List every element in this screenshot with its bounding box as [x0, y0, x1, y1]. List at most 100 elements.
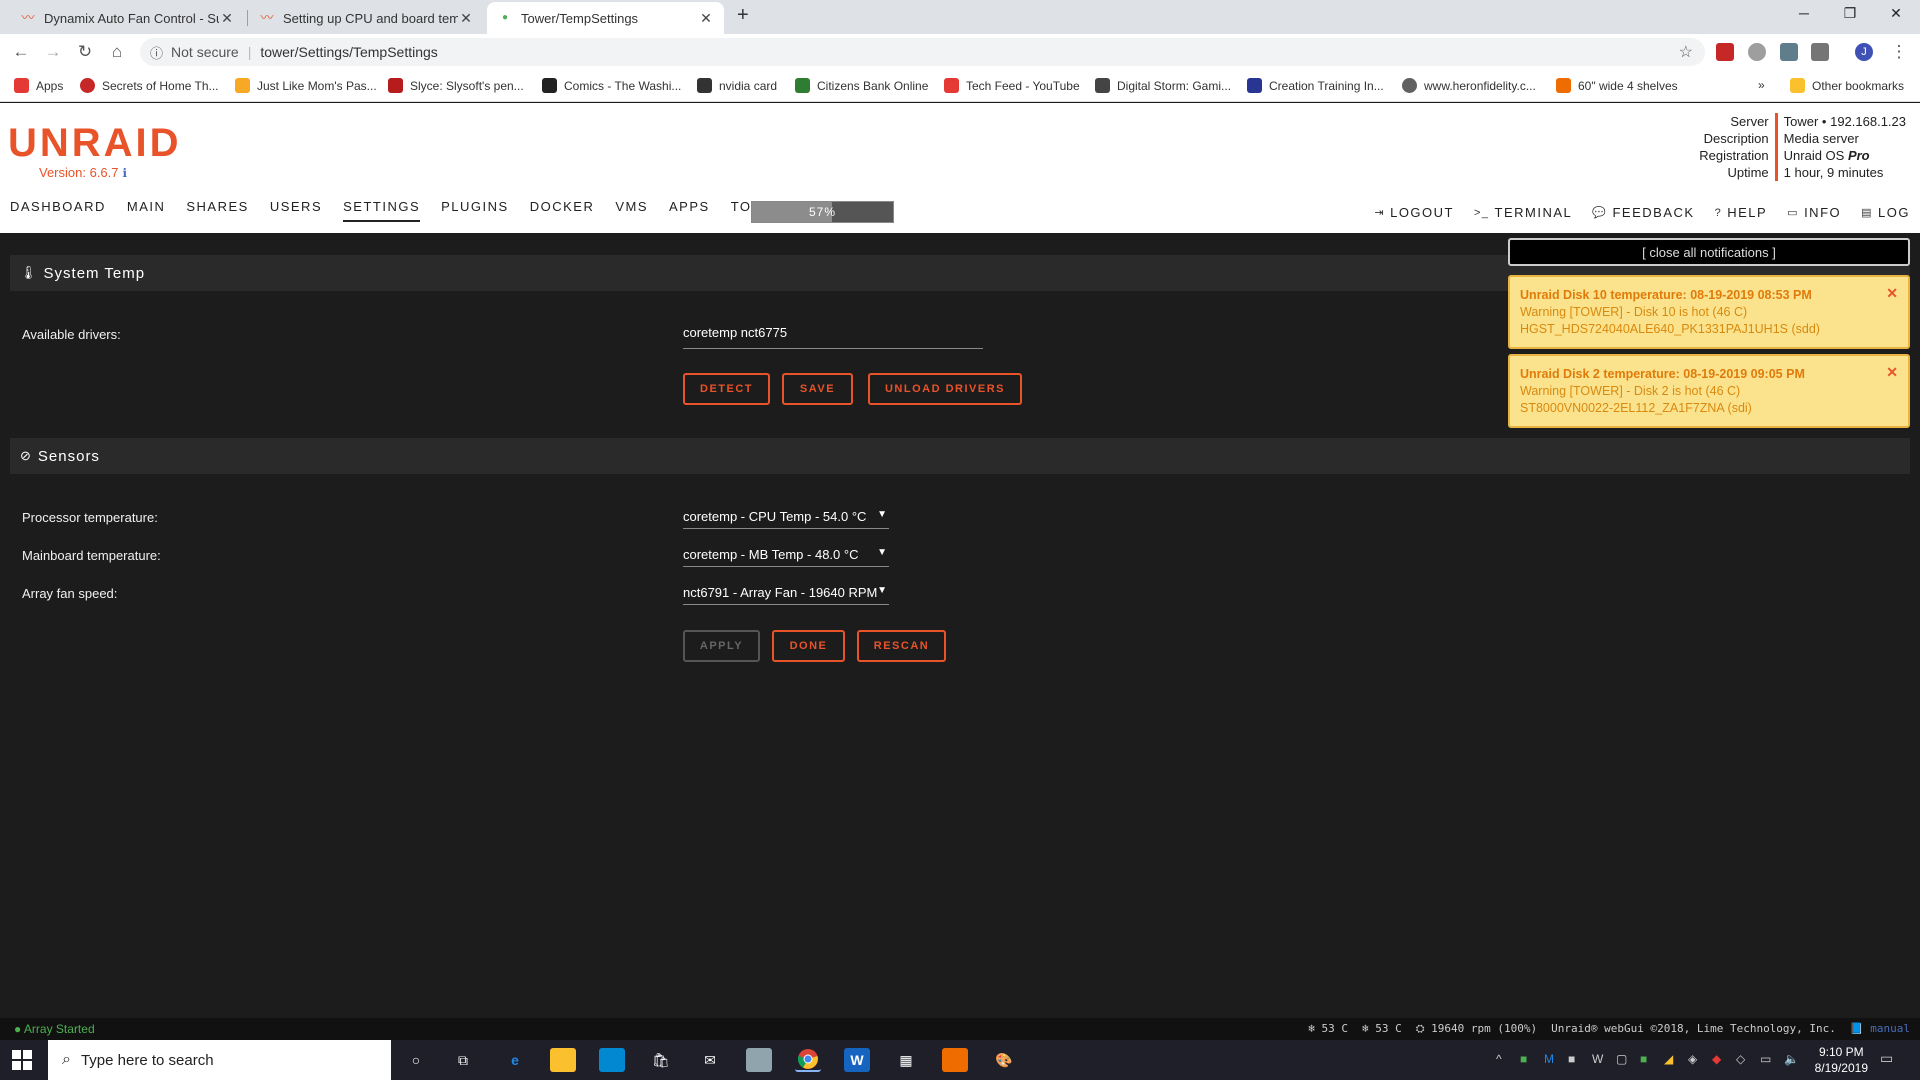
done-button[interactable]: DONE	[772, 630, 845, 662]
close-all-notifications-button[interactable]: [ close all notifications ]	[1508, 238, 1910, 266]
tray-app-icon[interactable]: ◈	[1688, 1052, 1697, 1066]
apply-button[interactable]: APPLY	[683, 630, 760, 662]
tray-app-icon[interactable]: ◢	[1664, 1052, 1673, 1066]
nav-shares[interactable]: SHARES	[186, 199, 248, 222]
array-fan-select[interactable]: nct6791 - Array Fan - 19640 RPM ▼	[683, 585, 889, 605]
cloud-extension-icon[interactable]	[1748, 43, 1766, 61]
reload-icon[interactable]: ↻	[74, 42, 96, 62]
restore-icon[interactable]: ❐	[1840, 5, 1860, 22]
edge-icon[interactable]: e	[502, 1048, 528, 1072]
nav-apps[interactable]: APPS	[669, 199, 710, 222]
bookmark-star-icon[interactable]: ☆	[1679, 42, 1693, 62]
minimize-icon[interactable]: ─	[1794, 5, 1814, 21]
app-icon[interactable]	[599, 1048, 625, 1072]
browser-tab[interactable]: 〰 Setting up CPU and board tempe ✕	[249, 2, 484, 34]
dropbox-icon[interactable]: ◇	[1736, 1052, 1745, 1066]
dropdown-arrow-icon: ▼	[877, 585, 887, 596]
paint-icon[interactable]: 🎨	[991, 1048, 1017, 1072]
profile-avatar[interactable]: J	[1855, 43, 1873, 61]
bookmark-item[interactable]: Tech Feed - YouTube	[944, 78, 1080, 93]
cortana-icon[interactable]: ○	[403, 1048, 429, 1072]
bookmark-item[interactable]: Just Like Mom's Pas...	[235, 78, 377, 93]
browser-menu-icon[interactable]: ⋮	[1888, 42, 1910, 62]
mail-icon[interactable]: ✉	[697, 1048, 723, 1072]
bookmark-item[interactable]: Citizens Bank Online	[795, 78, 928, 93]
action-center-icon[interactable]: ▭	[1880, 1050, 1893, 1067]
close-notification-icon[interactable]: ✕	[1886, 364, 1898, 381]
windows-start-icon[interactable]	[12, 1050, 32, 1070]
nav-settings[interactable]: SETTINGS	[343, 199, 421, 222]
bookmark-item[interactable]: Creation Training In...	[1247, 78, 1384, 93]
tray-app-icon[interactable]: ■	[1640, 1052, 1647, 1066]
unload-drivers-button[interactable]: UNLOAD DRIVERS	[868, 373, 1022, 405]
tray-chevron-icon[interactable]: ^	[1496, 1052, 1502, 1066]
extension-icon[interactable]	[1716, 43, 1734, 61]
bookmark-favicon-icon	[80, 78, 95, 93]
bookmark-item[interactable]: Secrets of Home Th...	[80, 78, 219, 93]
url-bar[interactable]: ⓘ Not secure | tower/Settings/TempSettin…	[140, 38, 1705, 66]
unraid-logo[interactable]: UNRAID	[8, 121, 182, 166]
forward-icon[interactable]: →	[42, 42, 64, 62]
tray-app-icon[interactable]: ▢	[1616, 1052, 1627, 1066]
browser-tab-active[interactable]: ● Tower/TempSettings ✕	[487, 2, 724, 34]
taskbar-search[interactable]: ⌕ Type here to search	[48, 1040, 391, 1080]
task-view-icon[interactable]: ⧉	[450, 1048, 476, 1072]
detect-button[interactable]: DETECT	[683, 373, 770, 405]
back-icon[interactable]: ←	[10, 42, 32, 62]
volume-icon[interactable]: 🔈	[1784, 1052, 1799, 1066]
app-icon[interactable]	[942, 1048, 968, 1072]
extension-icon[interactable]	[1780, 43, 1798, 61]
bookmark-item[interactable]: Comics - The Washi...	[542, 78, 681, 93]
logout-link[interactable]: ⇥ LOGOUT	[1374, 205, 1454, 220]
save-button[interactable]: SAVE	[782, 373, 853, 405]
new-tab-icon[interactable]: +	[737, 4, 749, 27]
bookmark-item[interactable]: 60" wide 4 shelves	[1556, 78, 1678, 93]
close-tab-icon[interactable]: ✕	[698, 10, 714, 27]
mainboard-temp-select[interactable]: coretemp - MB Temp - 48.0 °C ▼	[683, 547, 889, 567]
store-icon[interactable]: 🛍	[648, 1048, 674, 1072]
bookmark-apps[interactable]: Apps	[14, 78, 63, 93]
terminal-link[interactable]: >_ TERMINAL	[1474, 205, 1572, 220]
close-tab-icon[interactable]: ✕	[458, 10, 474, 27]
nav-plugins[interactable]: PLUGINS	[441, 199, 509, 222]
tray-app-icon[interactable]: ■	[1568, 1052, 1575, 1066]
bookmark-item[interactable]: Digital Storm: Gami...	[1095, 78, 1231, 93]
nav-docker[interactable]: DOCKER	[530, 199, 595, 222]
browser-tab[interactable]: 〰 Dynamix Auto Fan Control - Sudo ✕	[10, 2, 245, 34]
window-close-icon[interactable]: ✕	[1886, 5, 1906, 22]
other-bookmarks[interactable]: Other bookmarks	[1790, 78, 1904, 93]
system-clock[interactable]: 9:10 PM 8/19/2019	[1815, 1044, 1868, 1076]
close-tab-icon[interactable]: ✕	[219, 10, 235, 27]
info-icon[interactable]: ℹ	[123, 166, 128, 180]
help-extension-icon[interactable]	[1811, 43, 1829, 61]
file-explorer-icon[interactable]	[550, 1048, 576, 1072]
feedback-link[interactable]: 💬 FEEDBACK	[1592, 205, 1694, 220]
info-icon[interactable]: ⓘ	[150, 43, 163, 62]
nav-main[interactable]: MAIN	[127, 199, 166, 222]
calculator-icon[interactable]: ▦	[893, 1048, 919, 1072]
app-icon[interactable]	[746, 1048, 772, 1072]
processor-temp-select[interactable]: coretemp - CPU Temp - 54.0 °C ▼	[683, 509, 889, 529]
bookmark-item[interactable]: www.heronfidelity.c...	[1402, 78, 1536, 93]
bookmark-item[interactable]: nvidia card	[697, 78, 777, 93]
log-link[interactable]: ▤ LOG	[1861, 205, 1910, 220]
chrome-icon[interactable]	[795, 1048, 821, 1072]
nav-users[interactable]: USERS	[270, 199, 322, 222]
drivers-field[interactable]: coretemp nct6775	[683, 325, 983, 349]
tray-app-icon[interactable]: M	[1544, 1052, 1554, 1066]
nav-vms[interactable]: VMS	[615, 199, 648, 222]
home-icon[interactable]: ⌂	[106, 42, 128, 62]
word-icon[interactable]: W	[844, 1048, 870, 1072]
rescan-button[interactable]: RESCAN	[857, 630, 946, 662]
nav-dashboard[interactable]: DASHBOARD	[10, 199, 106, 222]
close-notification-icon[interactable]: ✕	[1886, 285, 1898, 302]
tray-app-icon[interactable]: ■	[1520, 1052, 1527, 1066]
bookmark-item[interactable]: Slyce: Slysoft's pen...	[388, 78, 524, 93]
manual-link[interactable]: 📘 manual	[1850, 1022, 1910, 1036]
more-bookmarks-icon[interactable]: »	[1758, 78, 1765, 92]
info-link[interactable]: ▭ INFO	[1787, 205, 1841, 220]
network-icon[interactable]: ▭	[1760, 1052, 1771, 1066]
tray-app-icon[interactable]: W	[1592, 1052, 1603, 1066]
tray-app-icon[interactable]: ◆	[1712, 1052, 1721, 1066]
help-link[interactable]: ? HELP	[1715, 205, 1768, 220]
